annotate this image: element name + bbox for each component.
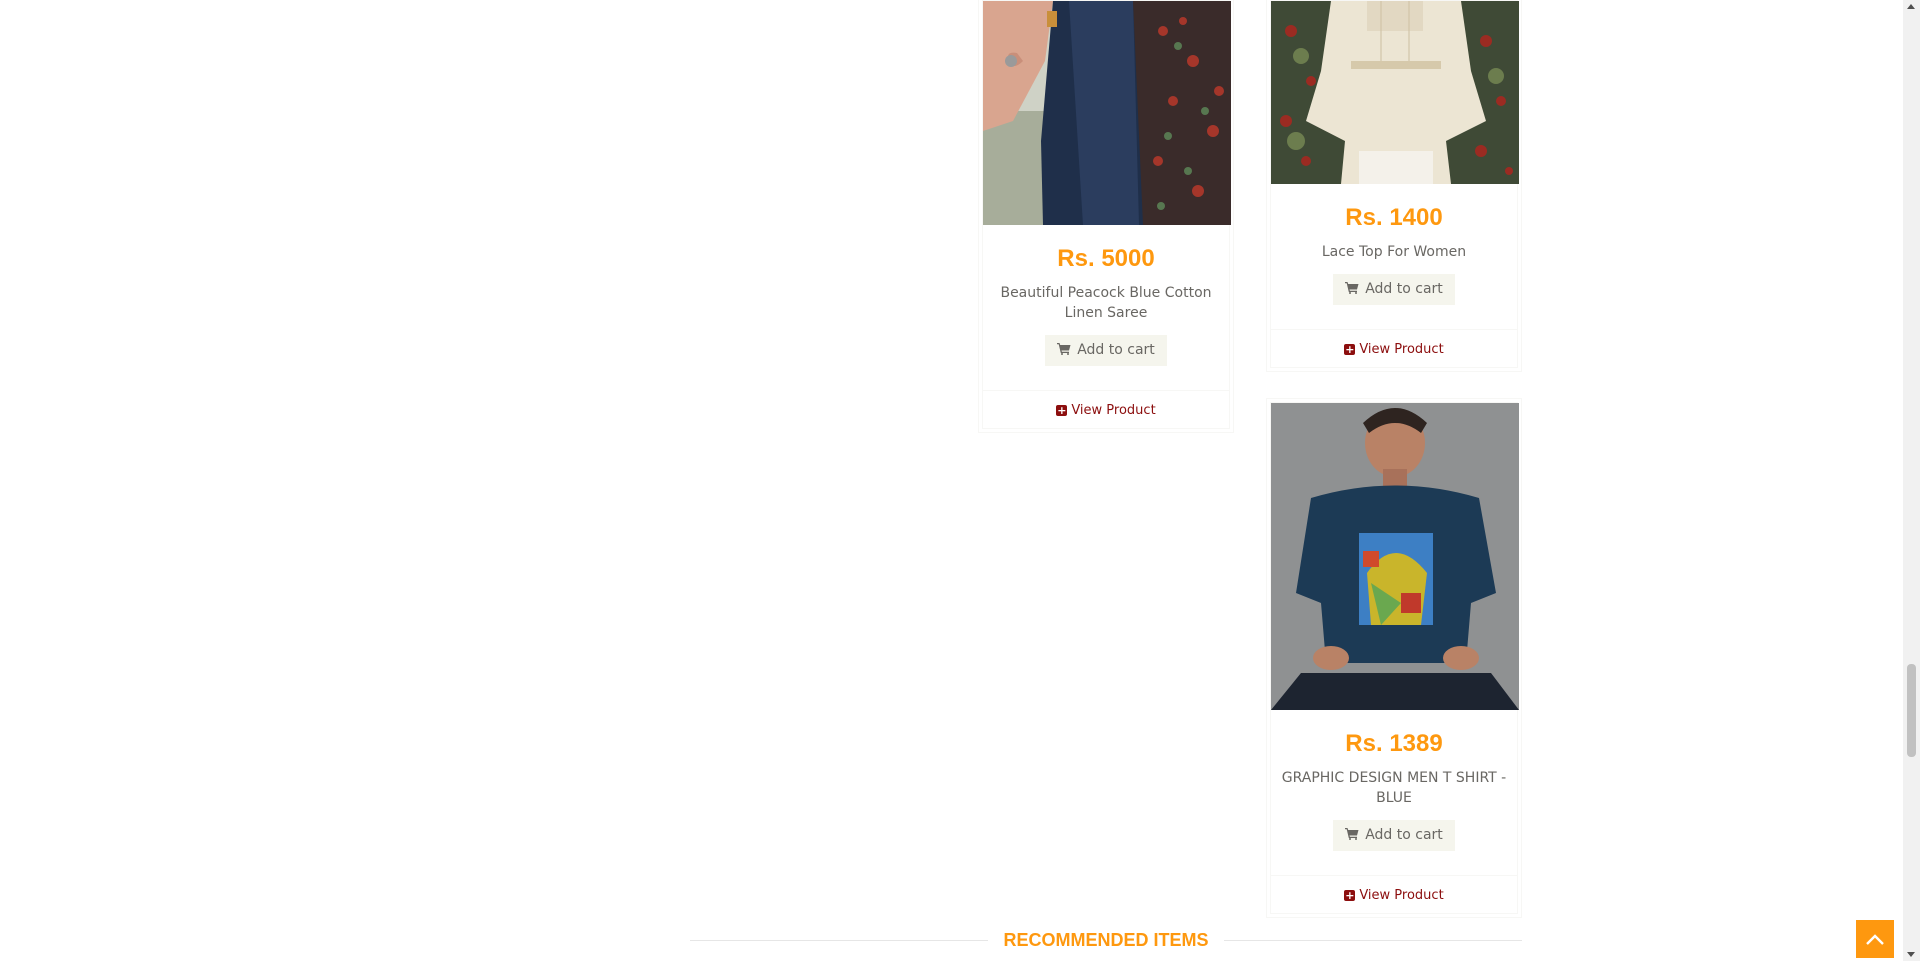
recommended-items-heading: RECOMMENDED ITEMS — [690, 928, 1522, 952]
view-product-label: View Product — [1071, 403, 1156, 418]
cart-icon — [1345, 282, 1359, 298]
view-product-row: + View Product — [983, 391, 1229, 428]
product-price: Rs. 1389 — [1345, 730, 1443, 757]
view-product-row: + View Product — [1271, 876, 1517, 913]
add-to-cart-label: Add to cart — [1365, 281, 1443, 297]
product-image-saree[interactable] — [983, 1, 1231, 225]
view-product-link[interactable]: + View Product — [1344, 342, 1444, 357]
recommended-items-title: RECOMMENDED ITEMS — [988, 928, 1224, 952]
page-scrollbar[interactable] — [1903, 0, 1920, 961]
plus-square-icon: + — [1344, 343, 1356, 356]
add-to-cart-button[interactable]: Add to cart — [1333, 274, 1455, 305]
view-product-row: + View Product — [1271, 330, 1517, 367]
product-name: Beautiful Peacock Blue Cotton Linen Sare… — [1000, 285, 1212, 321]
scroll-down-arrow[interactable] — [1907, 952, 1915, 957]
product-price: Rs. 5000 — [1057, 245, 1155, 272]
view-product-label: View Product — [1359, 342, 1444, 357]
view-product-label: View Product — [1359, 888, 1444, 903]
add-to-cart-button[interactable]: Add to cart — [1045, 335, 1167, 366]
product-image-lace-top[interactable] — [1271, 1, 1519, 184]
product-card: Rs. 5000 Beautiful Peacock Blue Cotton L… — [978, 0, 1234, 433]
view-product-link[interactable]: + View Product — [1056, 403, 1156, 418]
add-to-cart-label: Add to cart — [1365, 827, 1443, 843]
product-card: Rs. 1400 Lace Top For Women Add to cart … — [1266, 0, 1522, 372]
view-product-link[interactable]: + View Product — [1344, 888, 1444, 903]
product-card: Rs. 1389 GRAPHIC DESIGN MEN T SHIRT - BL… — [1266, 398, 1522, 918]
add-to-cart-button[interactable]: Add to cart — [1333, 820, 1455, 851]
product-image-graphic-tshirt[interactable] — [1271, 403, 1519, 710]
scroll-up-arrow[interactable] — [1907, 4, 1915, 9]
product-name: Lace Top For Women — [1321, 244, 1467, 260]
product-price: Rs. 1400 — [1345, 204, 1443, 231]
cart-icon — [1057, 343, 1071, 359]
plus-square-icon: + — [1344, 889, 1356, 902]
add-to-cart-label: Add to cart — [1077, 342, 1155, 358]
plus-square-icon: + — [1056, 404, 1068, 417]
product-name: GRAPHIC DESIGN MEN T SHIRT - BLUE — [1281, 770, 1507, 806]
cart-icon — [1345, 828, 1359, 844]
scroll-to-top-button[interactable] — [1856, 920, 1894, 958]
chevron-up-icon — [1865, 930, 1885, 949]
scrollbar-thumb[interactable] — [1907, 664, 1916, 757]
